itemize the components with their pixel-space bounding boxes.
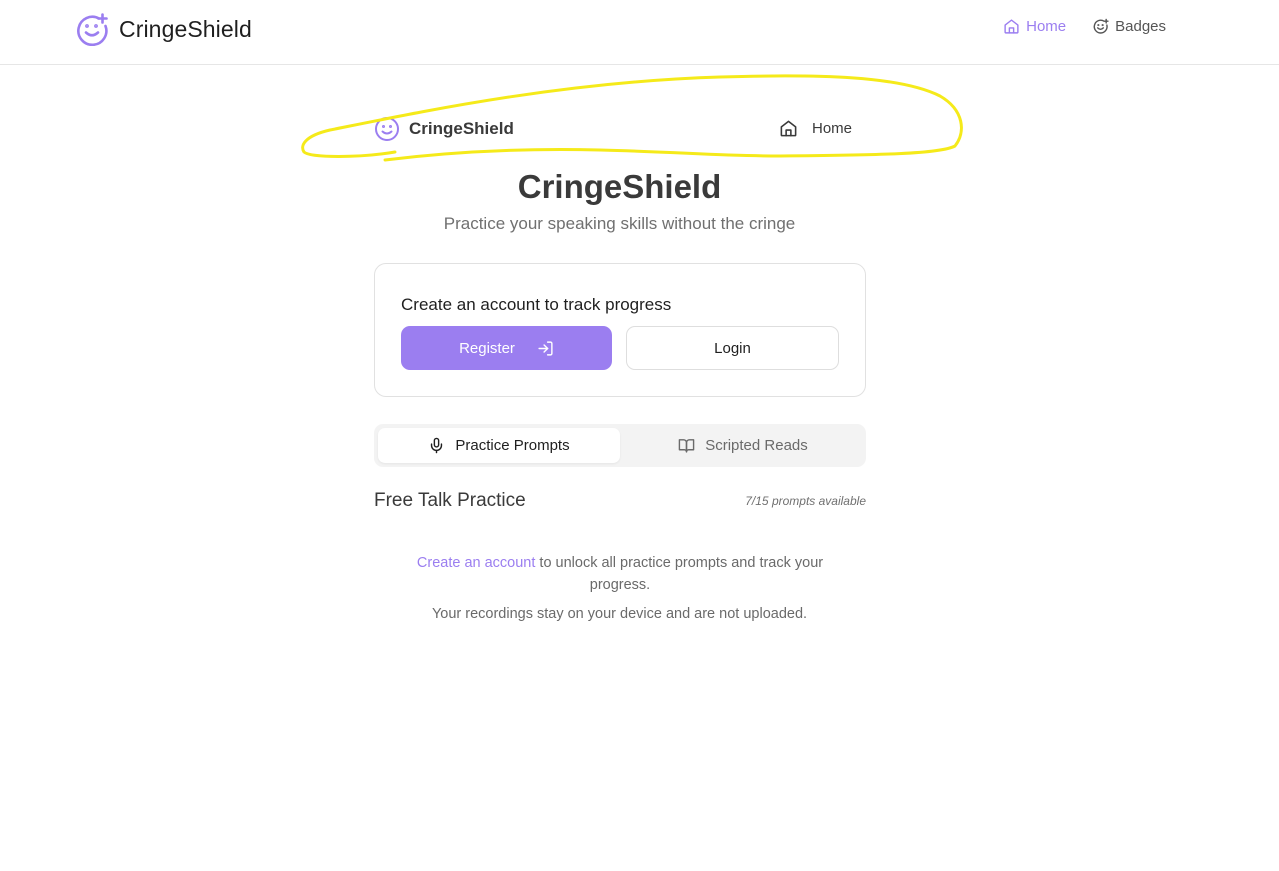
account-card-title: Create an account to track progress [401,295,672,314]
mic-icon [428,437,445,454]
smile-icon [374,116,400,142]
nav-home-link[interactable]: Home [1003,18,1066,35]
nav-badges-label: Badges [1115,18,1166,35]
home-icon [779,119,798,138]
tab-practice-prompts[interactable]: Practice Prompts [378,428,620,463]
tab-practice-prompts-label: Practice Prompts [455,437,570,454]
tab-scripted-reads[interactable]: Scripted Reads [624,428,862,463]
page-title: CringeShield [517,168,722,205]
login-button-label: Login [714,339,751,357]
page-subtitle: Practice your speaking skills without th… [443,214,796,233]
nav-badges-link[interactable]: Badges [1092,18,1166,35]
book-open-icon [678,437,695,454]
inner-brand-link[interactable]: CringeShield [374,116,514,142]
inner-home-link[interactable]: Home [779,119,852,138]
tab-scripted-reads-label: Scripted Reads [705,437,808,454]
inner-home-label: Home [812,120,853,137]
inner-header: CringeShield Home [374,113,866,145]
nav-home-label: Home [1026,18,1067,35]
create-account-link[interactable]: Create an account [417,555,536,571]
privacy-note: Your recordings stay on your device and … [431,606,808,622]
register-button-label: Register [459,339,515,357]
inner-brand-name: CringeShield [409,119,514,138]
section-title: Free Talk Practice [374,490,526,511]
practice-tabs: Practice Prompts Scripted Reads [374,424,866,467]
account-card: Create an account to track progress Regi… [374,263,866,397]
brand-name: CringeShield [119,15,252,42]
login-button[interactable]: Login [626,326,839,370]
unlock-message: Create an account to unlock all practice… [394,552,846,596]
smile-plus-icon [1092,18,1109,35]
top-navbar: CringeShield Home Badges [0,0,1279,65]
register-button[interactable]: Register [401,326,612,370]
unlock-message-text: to unlock all practice prompts and track… [535,555,824,593]
home-icon [1003,18,1020,35]
prompts-count: 7/15 prompts available [745,494,866,508]
brand-logo-link[interactable]: CringeShield [75,12,252,46]
log-in-arrow-icon [537,340,554,357]
main-nav: Home Badges [1003,18,1166,35]
smile-plus-logo-icon [75,12,109,46]
